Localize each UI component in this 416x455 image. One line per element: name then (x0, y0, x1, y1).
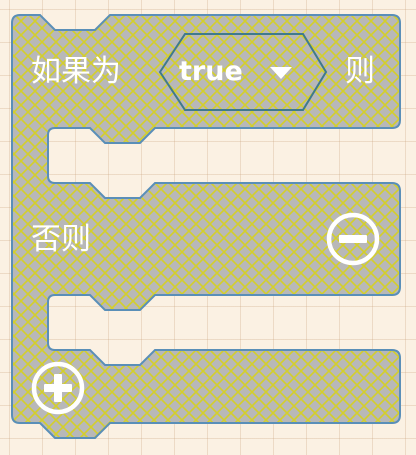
plus-circle-icon[interactable] (30, 360, 86, 416)
minus-circle-icon[interactable] (325, 211, 381, 267)
chevron-down-icon[interactable] (270, 67, 292, 79)
blocks-workspace[interactable]: 如果为 true 则 否则 (0, 0, 416, 455)
then-label: 则 (345, 54, 375, 89)
else-label: 否则 (31, 222, 91, 257)
if-label: 如果为 (31, 54, 121, 89)
condition-value[interactable]: true (179, 58, 243, 85)
